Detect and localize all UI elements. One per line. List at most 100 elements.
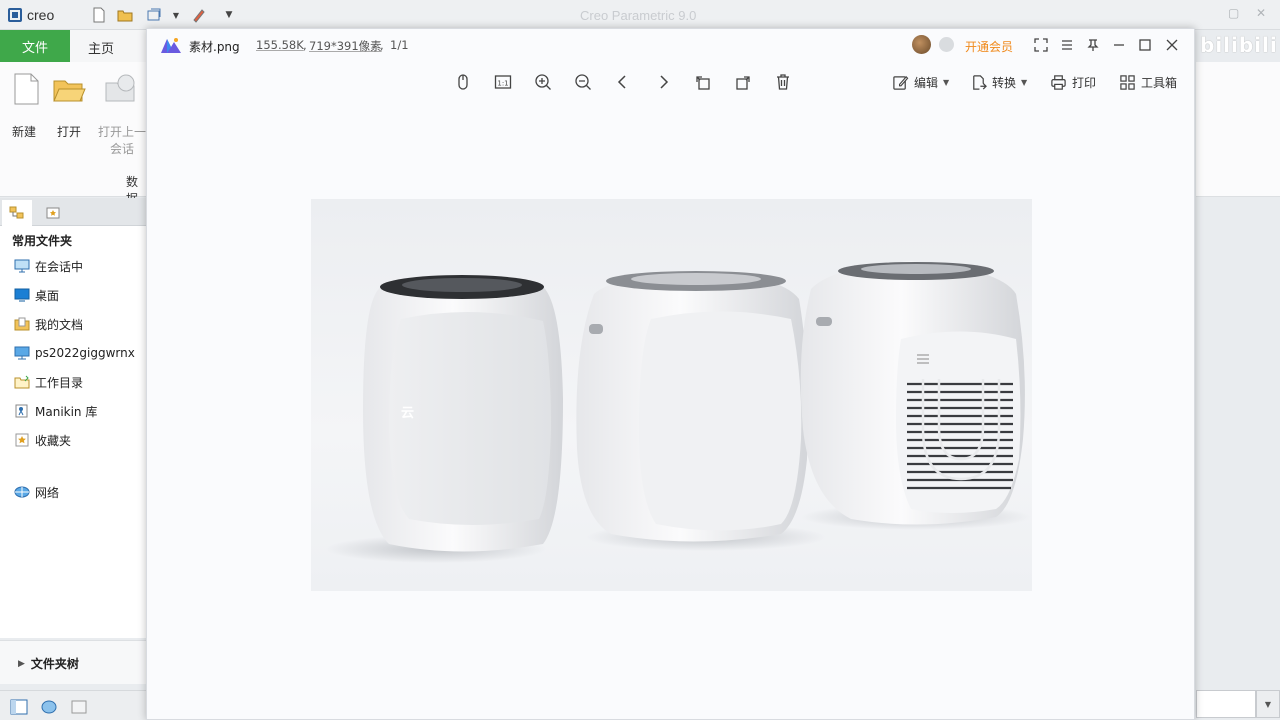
nav-item-manikin-library[interactable]: Manikin 库	[14, 402, 97, 420]
folder-tree-label: 文件夹树	[30, 657, 79, 671]
convert-icon	[973, 74, 987, 90]
previous-icon[interactable]	[612, 71, 634, 93]
convert-button[interactable]: 转换 ▼	[970, 71, 1027, 93]
nav-item-label: 网络	[35, 485, 60, 500]
vip-link[interactable]: 开通会员	[965, 38, 1013, 55]
open-button-label[interactable]: 打开	[57, 124, 81, 141]
meta-separator: ,	[303, 38, 307, 52]
vip-crown-icon	[939, 37, 954, 52]
ribbon-panel: 新建 打开 打开上一 会话 数据	[0, 62, 146, 206]
convert-dropdown-icon: ▼	[1021, 77, 1028, 87]
bilibili-watermark: bilibili	[1200, 33, 1278, 57]
toolbox-label: 工具箱	[1141, 75, 1178, 90]
image-dimensions[interactable]: 719*391像素	[309, 38, 382, 54]
rotate-left-icon[interactable]	[692, 71, 714, 93]
creo-minimize-icon[interactable]: ▢	[1228, 6, 1239, 20]
nav-item-desktop[interactable]: 桌面	[14, 286, 59, 304]
displayed-image: 云	[311, 199, 1032, 591]
show-navigator-icon[interactable]	[10, 699, 28, 715]
nav-item-label: 在会话中	[35, 259, 84, 274]
open-folder-icon[interactable]	[116, 6, 134, 24]
delete-icon[interactable]	[772, 71, 794, 93]
nav-item-my-documents[interactable]: 我的文档	[14, 315, 83, 333]
edit-button[interactable]: 编辑 ▼	[892, 71, 949, 93]
print-button[interactable]: 打印	[1050, 71, 1096, 93]
new-button-label[interactable]: 新建	[12, 124, 36, 141]
user-avatar[interactable]	[912, 35, 931, 54]
browser-icon[interactable]	[40, 699, 58, 715]
creo-logo-text: creo	[27, 7, 55, 23]
rotate-right-icon[interactable]	[732, 71, 754, 93]
mouse-mode-icon[interactable]	[452, 71, 474, 93]
print-icon	[1051, 74, 1066, 90]
folder-tree-toggle[interactable]: ▶ 文件夹树	[0, 640, 146, 684]
regenerate-icon[interactable]	[145, 6, 163, 24]
print-label: 打印	[1072, 75, 1097, 90]
file-size[interactable]: 155.58K	[256, 38, 304, 52]
pin-icon[interactable]	[1083, 35, 1103, 55]
creo-close-icon[interactable]: ✕	[1256, 6, 1266, 20]
quick-access-menu-icon[interactable]: ▼	[220, 6, 238, 24]
open-last-session-icon[interactable]	[104, 72, 138, 106]
open-last-session-label-1[interactable]: 打开上一	[98, 124, 146, 141]
network-icon	[14, 485, 30, 499]
customize-icon[interactable]	[190, 6, 208, 24]
nav-item-label: 工作目录	[35, 375, 84, 390]
viewer-toolbar: 1:1 编辑 ▼ 转换 ▼ 打印 工具箱	[147, 65, 1194, 97]
nav-item-computer[interactable]: ps2022giggwrnx	[14, 344, 135, 362]
folder-browser-icon	[46, 207, 60, 219]
full-screen-icon[interactable]	[70, 699, 88, 715]
documents-icon	[14, 317, 30, 331]
fullscreen-icon[interactable]	[1031, 35, 1051, 55]
navigator-tabs	[0, 198, 146, 226]
nav-item-favorites[interactable]: 收藏夹	[14, 431, 71, 449]
creo-titlebar: creo ▼ ▼ Creo Parametric 9.0 ▢ ✕	[0, 0, 1280, 30]
zoom-in-icon[interactable]	[532, 71, 554, 93]
nav-item-label: 收藏夹	[35, 433, 72, 448]
edit-label: 编辑	[914, 75, 939, 90]
regenerate-dropdown-icon[interactable]: ▼	[170, 6, 182, 24]
nav-item-label: 桌面	[35, 288, 60, 303]
working-folder-icon	[14, 375, 30, 389]
zoom-out-icon[interactable]	[572, 71, 594, 93]
expand-triangle-icon: ▶	[18, 658, 25, 669]
favorites-icon	[14, 433, 30, 447]
tab-model-tree[interactable]	[2, 200, 32, 226]
filter-dropdown-arrow-icon[interactable]: ▼	[1256, 690, 1280, 718]
purifier-logo-text: 云	[401, 406, 414, 421]
nav-item-working-directory[interactable]: 工作目录	[14, 373, 83, 391]
close-icon[interactable]	[1162, 35, 1182, 55]
convert-label: 转换	[992, 75, 1017, 90]
desktop-icon	[14, 288, 30, 302]
open-icon[interactable]	[52, 72, 86, 106]
open-last-session-label-2[interactable]: 会话	[110, 141, 134, 158]
next-icon[interactable]	[652, 71, 674, 93]
page-indicator: 1/1	[390, 38, 409, 52]
menu-icon[interactable]	[1057, 35, 1077, 55]
nav-item-network[interactable]: 网络	[14, 483, 59, 501]
meta-separator: ,	[380, 38, 384, 52]
toolbox-button[interactable]: 工具箱	[1119, 71, 1177, 93]
actual-size-icon[interactable]: 1:1	[492, 71, 514, 93]
new-file-icon[interactable]	[90, 6, 108, 24]
maximize-icon[interactable]	[1135, 35, 1155, 55]
tab-file[interactable]: 文件	[0, 30, 70, 62]
viewer-titlebar: 素材.png 155.58K , 719*391像素 , 1/1 开通会员	[147, 29, 1194, 61]
new-document-icon[interactable]	[9, 72, 43, 106]
nav-item-in-session[interactable]: 在会话中	[14, 257, 83, 275]
nav-item-label: Manikin 库	[35, 404, 98, 419]
edit-dropdown-icon: ▼	[943, 77, 950, 87]
creo-ribbon-right	[1196, 62, 1280, 197]
filter-dropdown[interactable]	[1196, 690, 1256, 718]
tab-home[interactable]: 主页	[88, 38, 114, 57]
creo-logo-icon	[8, 8, 22, 22]
nav-item-label: 我的文档	[35, 317, 84, 332]
image-viewer-window: 素材.png 155.58K , 719*391像素 , 1/1 开通会员 1:…	[146, 28, 1195, 720]
manikin-library-icon	[14, 404, 30, 418]
tab-folder-browser[interactable]	[38, 200, 68, 226]
monitor-icon	[14, 259, 30, 273]
computer-icon	[14, 346, 30, 360]
minimize-icon[interactable]	[1109, 35, 1129, 55]
air-purifier-product-photo: 云	[326, 261, 1031, 563]
creo-logo: creo	[8, 7, 54, 23]
